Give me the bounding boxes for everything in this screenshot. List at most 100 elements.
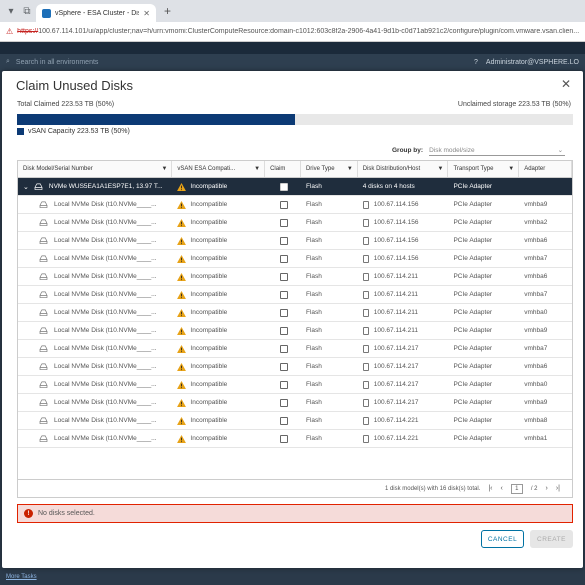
cell-esa-compat: Incompatible bbox=[172, 232, 265, 249]
warning-icon bbox=[177, 254, 187, 263]
disk-group-row[interactable]: ⌄ NVMe WUS5EA1A1ESP7E1, 13.97 T... Incompa… bbox=[18, 178, 572, 196]
disk-row[interactable]: Local NVMe Disk (t10.NVMe____... Incompat… bbox=[18, 430, 572, 448]
claim-checkbox[interactable] bbox=[280, 200, 289, 209]
unclaimed-storage-label: Unclaimed storage 223.53 TB (50%) bbox=[457, 101, 571, 108]
disk-row[interactable]: Local NVMe Disk (t10.NVMe____... Incompat… bbox=[18, 250, 572, 268]
host-text: 100.67.114.156 bbox=[373, 237, 419, 244]
col-disk-model-header[interactable]: Disk Model/Serial Number ▼ bbox=[18, 161, 173, 177]
cancel-button[interactable]: CANCEL bbox=[481, 530, 524, 548]
filter-icon[interactable]: ▼ bbox=[161, 166, 167, 172]
disk-row[interactable]: Local NVMe Disk (t10.NVMe____... Incompat… bbox=[18, 232, 572, 250]
disk-model-text: Local NVMe Disk (t10.NVMe____... bbox=[54, 291, 157, 298]
next-page-button[interactable]: › bbox=[546, 485, 548, 492]
disk-row[interactable]: Local NVMe Disk (t10.NVMe____... Incompat… bbox=[18, 196, 572, 214]
disk-row[interactable]: Local NVMe Disk (t10.NVMe____... Incompat… bbox=[18, 412, 572, 430]
column-label: Transport Type bbox=[453, 166, 494, 172]
cell-host: 100.67.114.211 bbox=[358, 286, 449, 303]
create-button[interactable]: CREATE bbox=[530, 530, 573, 548]
first-page-button[interactable]: |‹ bbox=[488, 485, 492, 492]
disk-icon bbox=[39, 255, 48, 262]
disk-row[interactable]: Local NVMe Disk (t10.NVMe____... Incompat… bbox=[18, 322, 572, 340]
col-drive-type-header[interactable]: Drive Type ▼ bbox=[301, 161, 358, 177]
cell-drive-type: Flash bbox=[301, 376, 358, 393]
col-esa-compat-header[interactable]: vSAN ESA Compati... ▼ bbox=[172, 161, 266, 177]
claim-checkbox[interactable] bbox=[280, 362, 289, 371]
drive-type-text: Flash bbox=[305, 291, 322, 298]
cell-transport: PCIe Adapter bbox=[448, 340, 519, 357]
claim-checkbox[interactable] bbox=[280, 254, 289, 263]
claim-checkbox[interactable] bbox=[280, 380, 289, 389]
claim-checkbox[interactable] bbox=[280, 272, 289, 281]
filter-icon[interactable]: ▼ bbox=[508, 166, 514, 172]
claim-checkbox[interactable] bbox=[280, 344, 289, 353]
col-claim-header[interactable]: Claim bbox=[265, 161, 301, 177]
col-transport-header[interactable]: Transport Type ▼ bbox=[448, 161, 520, 177]
browser-tab[interactable]: vSphere - ESA Cluster - Disk Ma... ✕ bbox=[36, 4, 156, 22]
user-menu[interactable]: ? Administrator@VSPHERE.LO bbox=[474, 54, 579, 70]
user-name[interactable]: Administrator@VSPHERE.LO bbox=[486, 59, 579, 66]
drive-type-text: Flash bbox=[305, 273, 322, 280]
cell-transport: PCIe Adapter bbox=[448, 268, 519, 285]
url-text[interactable]: https://100.67.114.101/ui/app/cluster;na… bbox=[17, 28, 579, 35]
disk-row[interactable]: Local NVMe Disk (t10.NVMe____... Incompat… bbox=[18, 286, 572, 304]
group-by-select[interactable]: Disk model/size ⌄ bbox=[429, 145, 566, 156]
claim-checkbox[interactable] bbox=[280, 434, 289, 443]
cell-claim bbox=[265, 214, 301, 231]
cell-host: 100.67.114.211 bbox=[358, 304, 449, 321]
claim-checkbox[interactable] bbox=[280, 236, 289, 245]
transport-text: PCIe Adapter bbox=[453, 309, 493, 316]
not-secure-icon[interactable]: ⚠ bbox=[6, 27, 13, 36]
claim-checkbox[interactable] bbox=[280, 398, 289, 407]
disk-row[interactable]: Local NVMe Disk (t10.NVMe____... Incompat… bbox=[18, 394, 572, 412]
tab-overview-icon[interactable]: ⧉ bbox=[20, 4, 34, 18]
disk-icon bbox=[39, 327, 48, 334]
col-distribution-header[interactable]: Disk Distribution/Host ▼ bbox=[358, 161, 449, 177]
adapter-text: vmhba9 bbox=[524, 327, 548, 334]
disk-row[interactable]: Local NVMe Disk (t10.NVMe____... Incompat… bbox=[18, 358, 572, 376]
filter-icon[interactable]: ▼ bbox=[254, 166, 260, 172]
address-bar[interactable]: ⚠ https://100.67.114.101/ui/app/cluster;… bbox=[0, 22, 585, 42]
filter-icon[interactable]: ▼ bbox=[437, 166, 443, 172]
last-page-button[interactable]: ›| bbox=[556, 485, 560, 492]
close-icon[interactable]: ✕ bbox=[561, 77, 571, 91]
filter-icon[interactable]: ▼ bbox=[347, 166, 353, 172]
tab-list-icon[interactable]: ▾ bbox=[4, 4, 18, 18]
more-tasks-link[interactable]: More Tasks bbox=[6, 574, 37, 580]
compat-text: Incompatible bbox=[190, 309, 228, 316]
claim-checkbox[interactable] bbox=[280, 416, 289, 425]
col-adapter-header[interactable]: Adapter bbox=[519, 161, 572, 177]
help-icon[interactable]: ? bbox=[474, 59, 478, 66]
close-tab-icon[interactable]: ✕ bbox=[143, 9, 150, 18]
claim-checkbox[interactable] bbox=[280, 218, 289, 227]
cell-host: 100.67.114.217 bbox=[358, 376, 449, 393]
drive-type-text: Flash bbox=[305, 183, 322, 190]
new-tab-button[interactable]: + bbox=[164, 4, 171, 18]
cell-esa-compat: Incompatible bbox=[172, 376, 265, 393]
disk-row[interactable]: Local NVMe Disk (t10.NVMe____... Incompat… bbox=[18, 268, 572, 286]
disk-row[interactable]: Local NVMe Disk (t10.NVMe____... Incompat… bbox=[18, 214, 572, 232]
compat-text: Incompatible bbox=[190, 237, 228, 244]
distribution-text: 4 disks on 4 hosts bbox=[362, 183, 415, 190]
host-text: 100.67.114.221 bbox=[373, 417, 419, 424]
cell-adapter: vmhba0 bbox=[519, 376, 572, 393]
claim-checkbox[interactable] bbox=[280, 308, 289, 317]
claim-checkbox[interactable] bbox=[280, 326, 289, 335]
disk-row[interactable]: Local NVMe Disk (t10.NVMe____... Incompat… bbox=[18, 304, 572, 322]
claim-checkbox[interactable] bbox=[280, 182, 289, 191]
cell-drive-type: Flash bbox=[301, 268, 358, 285]
page-input[interactable]: 1 bbox=[510, 483, 523, 494]
chevron-down-icon[interactable]: ⌄ bbox=[23, 183, 29, 191]
disk-model-text: Local NVMe Disk (t10.NVMe____... bbox=[54, 399, 157, 406]
cell-disk-model: Local NVMe Disk (t10.NVMe____... bbox=[18, 412, 172, 429]
capacity-progress-fill bbox=[17, 114, 295, 125]
disk-row[interactable]: Local NVMe Disk (t10.NVMe____... Incompat… bbox=[18, 340, 572, 358]
compat-text: Incompatible bbox=[190, 273, 228, 280]
host-text: 100.67.114.156 bbox=[373, 219, 419, 226]
cell-claim bbox=[265, 286, 301, 303]
search-placeholder: Search in all environments bbox=[15, 58, 99, 66]
prev-page-button[interactable]: ‹ bbox=[500, 485, 502, 492]
cell-transport: PCIe Adapter bbox=[448, 196, 519, 213]
disk-row[interactable]: Local NVMe Disk (t10.NVMe____... Incompat… bbox=[18, 376, 572, 394]
cell-adapter: vmhba7 bbox=[519, 286, 572, 303]
claim-checkbox[interactable] bbox=[280, 290, 289, 299]
